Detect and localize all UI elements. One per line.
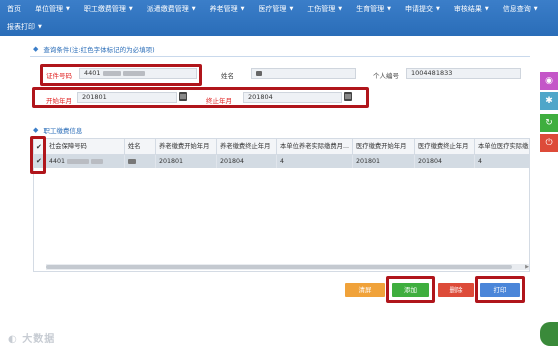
table-cell: 201801 [156,155,217,168]
column-header[interactable]: 本单位医疗实际缴费... [475,139,529,155]
ssn-value: 4401 [49,158,66,165]
highlight-box-checkboxes [30,136,46,174]
chevron-down-icon: ▼ [387,6,392,12]
chevron-down-icon: ▼ [338,6,343,12]
chevron-down-icon: ▼ [191,6,196,12]
nav-item-label: 工伤管理 [307,5,336,13]
table-cell: 201804 [415,155,475,168]
personal-number-value: 1004481833 [411,69,453,77]
nav-item-label: 单位管理 [35,5,63,13]
table-row[interactable]: ✔ 4401 201801 201804 4 201801 201804 4 [34,155,529,168]
chevron-down-icon: ▼ [240,6,245,12]
nav-item-7[interactable]: 工伤管理 ▼ [300,0,349,18]
column-header[interactable]: 医疗缴费开始年月 [353,139,415,155]
contribution-table: ✔ 社会保障号码 姓名 养老缴费开始年月 养老缴费终止年月 本单位养老实际缴费月… [33,138,530,272]
highlight-box-dates [32,87,369,108]
column-header[interactable]: 本单位养老实际缴费月... [277,139,353,155]
table-header-row: ✔ 社会保障号码 姓名 养老缴费开始年月 养老缴费终止年月 本单位养老实际缴费月… [34,139,529,155]
nav-item-label: 派遣缴费管理 [146,5,189,13]
chevron-down-icon: ▼ [436,6,440,12]
column-header[interactable]: 姓名 [125,139,156,155]
nav-item-4[interactable]: 派遣缴费管理 ▼ [140,0,203,18]
nav-item-1[interactable]: 首页 [0,0,28,18]
highlight-box-id [40,64,202,86]
refresh-icon[interactable]: ↻ [540,114,558,132]
query-panel-title: ◆ 查询条件(注:红色字体标记的为必填项) [33,43,155,55]
divider [30,56,530,57]
nav-item-label: 申请提交 [405,5,434,13]
nav-row-primary: 首页 单位管理 ▼ 职工缴费管理 ▼ 派遣缴费管理 ▼ 养老管理 ▼ 医疗管理 ▼ 工伤管理 ▼ 生育管理… [0,0,545,18]
scroll-right-arrow-icon[interactable]: ▶ [525,264,529,270]
table-panel-title: ◆ 职工缴费信息 [33,124,82,136]
nav-item-label: 养老管理 [209,5,238,13]
column-header[interactable]: 养老缴费开始年月 [156,139,217,155]
nav-item-label: 首页 [7,5,21,13]
nav-item-label: 审核结果 [453,5,482,13]
nav-row-secondary: 报表打印 ▼ [0,18,49,36]
corner-logo-icon [540,322,558,346]
query-panel-title-text: 查询条件(注:红色字体标记的为必填项) [43,46,155,54]
chevron-down-icon: ▼ [484,6,489,12]
nav-item-5[interactable]: 养老管理 ▼ [203,0,252,18]
horizontal-scrollbar[interactable]: ▶ [46,264,529,270]
diamond-icon: ◆ [33,126,39,134]
nav-item-6[interactable]: 医疗管理 ▼ [251,0,300,18]
nav-item-label: 职工缴费管理 [83,5,126,13]
column-header[interactable]: 社会保障号码 [46,139,125,155]
watermark: ◐ 大数据 [8,330,55,345]
nav-item-label: 信息查询 [502,5,531,13]
nav-item-11[interactable]: 信息查询 ▼ [496,0,545,18]
diamond-icon: ◆ [33,45,39,53]
delete-button[interactable]: 删除 [438,283,474,297]
nav-item-8[interactable]: 生育管理 ▼ [349,0,398,18]
nav-item-2[interactable]: 单位管理 ▼ [28,0,77,18]
power-icon[interactable]: ⏻ [540,134,558,152]
column-header[interactable]: 养老缴费终止年月 [217,139,277,155]
table-cell: 4401 [46,155,125,168]
nav-item-9[interactable]: 申请提交 ▼ [398,0,447,18]
top-navigation-bar: 首页 单位管理 ▼ 职工缴费管理 ▼ 派遣缴费管理 ▼ 养老管理 ▼ 医疗管理 ▼ 工伤管理 ▼ 生育管理… [0,0,558,36]
redacted-text [256,70,262,76]
table-cell: 4 [277,155,353,168]
chevron-down-icon: ▼ [533,6,538,12]
table-cell: 201804 [217,155,277,168]
nav-item-3[interactable]: 职工缴费管理 ▼ [77,0,140,18]
redacted-text [67,158,90,164]
watermark-logo-icon: ◐ [8,334,23,345]
scrollbar-thumb[interactable] [46,265,512,269]
redacted-text [128,158,136,164]
chevron-down-icon: ▼ [66,6,70,12]
tree-icon[interactable]: ✱ [540,92,558,110]
name-input[interactable] [251,68,356,79]
eye-icon[interactable]: ◉ [540,72,558,90]
table-panel-title-text: 职工缴费信息 [43,127,83,135]
name-label: 姓名 [221,72,234,80]
highlight-box-print [475,276,525,303]
watermark-text: 大数据 [22,334,56,345]
table-cell: 201801 [353,155,415,168]
highlight-box-add [386,276,435,303]
nav-item-label: 报表打印 [7,23,35,31]
nav-item-10[interactable]: 审核结果 ▼ [447,0,496,18]
personal-number-input[interactable]: 1004481833 [406,68,521,79]
table-cell: 4 [478,158,483,165]
nav-item-label: 医疗管理 [258,5,287,13]
redacted-text [91,158,104,164]
chevron-down-icon: ▼ [289,6,294,12]
clear-button[interactable]: 清屏 [345,283,385,297]
nav-item-label: 生育管理 [356,5,385,13]
personal-number-label: 个人编号 [373,72,399,80]
table-cell [125,155,156,168]
column-header[interactable]: 医疗缴费终止年月 [415,139,475,155]
nav-item-1[interactable]: 报表打印 ▼ [0,18,49,36]
chevron-down-icon: ▼ [38,24,42,30]
chevron-down-icon: ▼ [128,6,133,12]
